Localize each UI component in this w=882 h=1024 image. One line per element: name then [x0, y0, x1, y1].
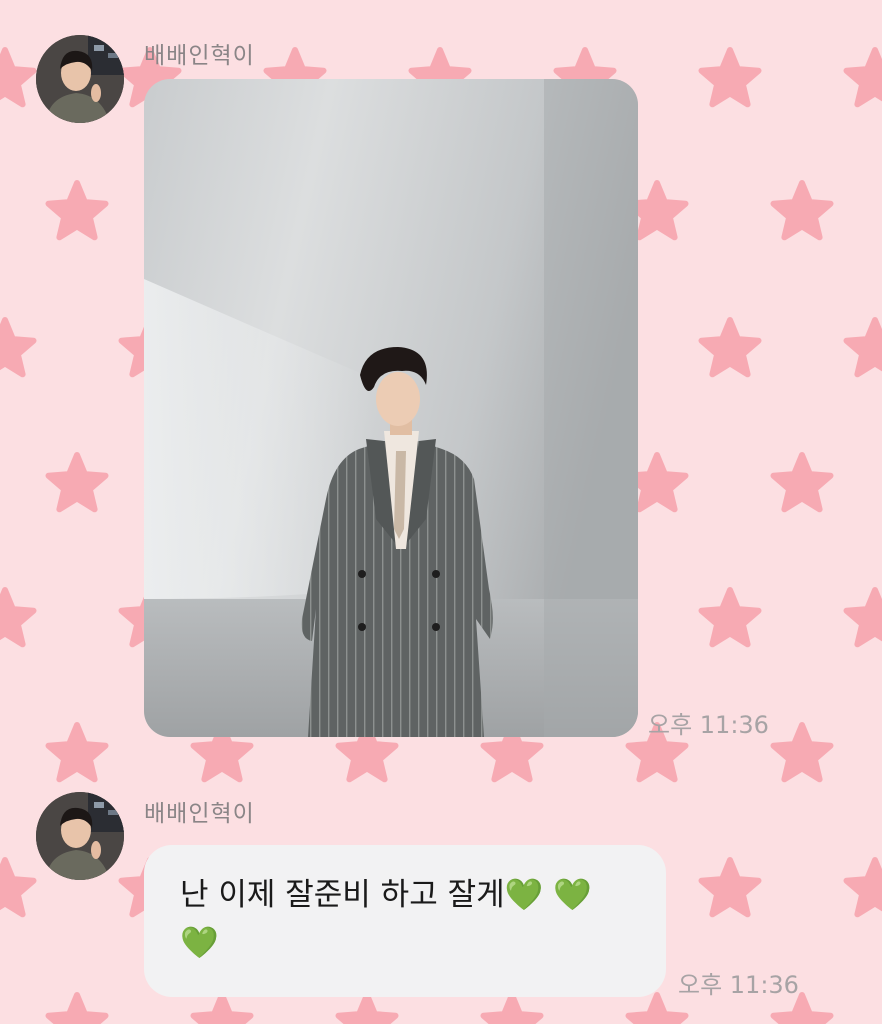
message-timestamp: 오후 11:36	[678, 971, 799, 999]
sender-avatar[interactable]	[36, 792, 124, 880]
star-icon	[770, 452, 834, 513]
message-text: 난 이제 잘준비 하고 잘게💚 💚 💚	[180, 877, 592, 961]
star-icon	[45, 722, 109, 783]
star-icon	[843, 857, 882, 918]
star-icon	[698, 317, 762, 378]
star-icon	[0, 317, 37, 378]
text-message-bubble[interactable]: 난 이제 잘준비 하고 잘게💚 💚 💚	[144, 845, 666, 997]
star-icon	[45, 180, 109, 241]
star-icon	[480, 992, 544, 1024]
star-icon	[843, 587, 882, 648]
star-icon	[0, 857, 37, 918]
star-icon	[335, 992, 399, 1024]
sender-name: 배배인혁이	[144, 43, 255, 69]
star-icon	[698, 587, 762, 648]
star-icon	[625, 992, 689, 1024]
star-icon	[770, 722, 834, 783]
star-icon	[770, 180, 834, 241]
star-icon	[45, 452, 109, 513]
message-timestamp: 오후 11:36	[648, 711, 769, 739]
star-icon	[698, 857, 762, 918]
star-icon	[843, 47, 882, 108]
star-icon	[0, 587, 37, 648]
star-icon	[843, 317, 882, 378]
star-icon	[698, 47, 762, 108]
star-icon	[190, 992, 254, 1024]
star-icon	[45, 992, 109, 1024]
star-icon	[0, 47, 37, 108]
photo-message[interactable]	[144, 79, 638, 737]
sender-name: 배배인혁이	[144, 801, 255, 827]
sender-avatar[interactable]	[36, 35, 124, 123]
